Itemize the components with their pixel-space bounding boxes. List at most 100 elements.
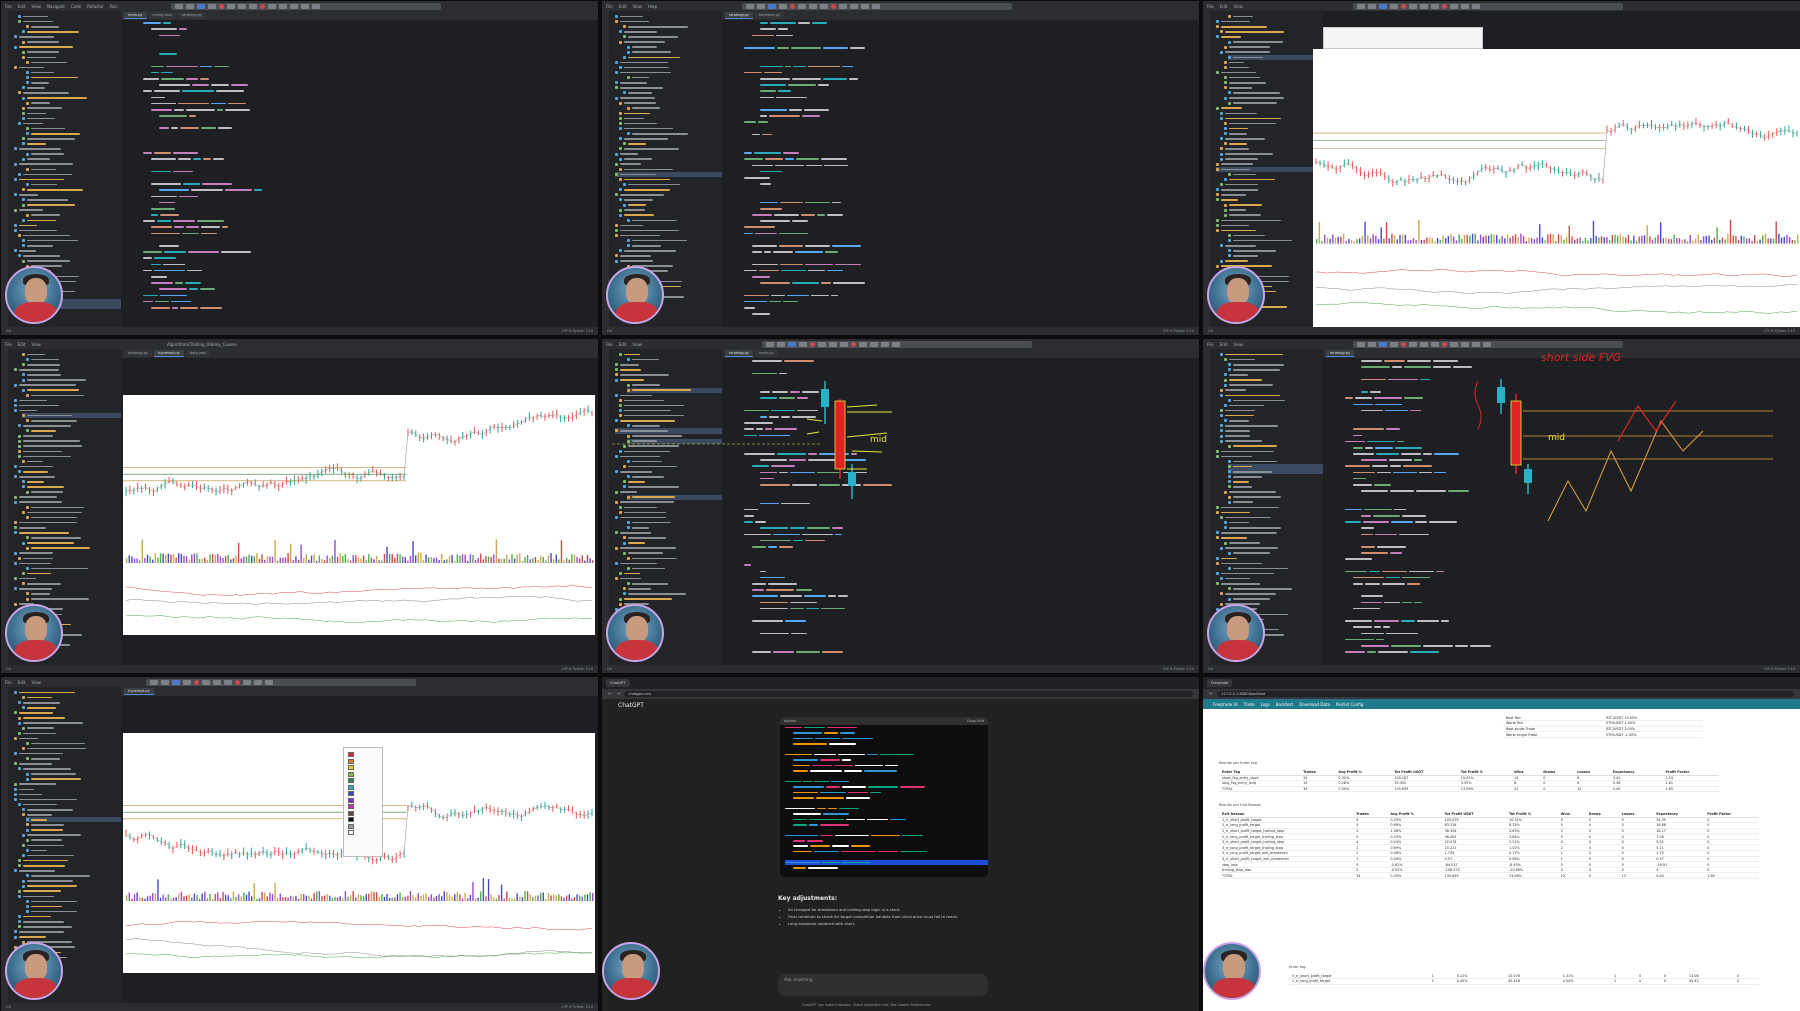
price-chart-panel[interactable] (1313, 49, 1800, 327)
volume-bar (1659, 222, 1662, 244)
nav-backtest[interactable]: Backtest (1276, 702, 1293, 707)
forward-icon[interactable]: → (616, 691, 620, 697)
url-input[interactable]: chatgpt.com (624, 691, 1193, 697)
file-icon (26, 818, 29, 822)
nav-trade[interactable]: Trade (1244, 702, 1255, 707)
price-chart-panel[interactable] (123, 395, 595, 635)
browser-tab-chatgpt[interactable]: ChatGPT (606, 679, 630, 687)
activity-bar[interactable] (602, 11, 609, 327)
tab-main[interactable]: main.py (124, 12, 147, 19)
color-swatch[interactable] (348, 784, 354, 790)
tab-hyperopt[interactable]: hyperopt.py (124, 688, 154, 695)
menu-view[interactable]: View (31, 680, 41, 685)
screen-recorder-toolbar[interactable] (171, 3, 441, 10)
file-icon (627, 132, 630, 136)
code-editor[interactable] (121, 20, 598, 327)
color-swatch[interactable] (348, 823, 354, 829)
menu-refactor[interactable]: Refactor (87, 4, 104, 9)
tab-data[interactable]: data.json (185, 350, 211, 357)
activity-bar[interactable] (1, 11, 8, 327)
nav-pairlist[interactable]: Pairlist Config (1336, 702, 1363, 707)
tab-strategy[interactable]: strategy.py (124, 350, 153, 357)
volume-bar (126, 558, 128, 563)
color-swatch[interactable] (348, 765, 354, 770)
menu-view[interactable]: View (1233, 4, 1243, 9)
edit-button[interactable]: Edit (977, 719, 984, 723)
status-git[interactable]: Git (1208, 329, 1213, 333)
chat-input[interactable]: Ask anything (778, 974, 988, 996)
menu-navigate[interactable]: Navigate (47, 4, 65, 9)
tab-config[interactable]: config.json (148, 12, 177, 19)
price-chart[interactable] (123, 395, 595, 635)
nav-logs[interactable]: Logs (1261, 702, 1270, 707)
volume-bar (243, 556, 245, 563)
browser-tab-freqtrade[interactable]: Freqtrade (1207, 679, 1233, 687)
color-swatch[interactable] (348, 817, 354, 822)
volume-bar (230, 559, 232, 563)
color-swatch[interactable] (348, 778, 354, 783)
tab-strategy[interactable]: strategy.py (178, 12, 207, 19)
menu-file[interactable]: File (5, 4, 12, 9)
status-git[interactable]: Git (607, 329, 612, 333)
indicator-line (125, 595, 593, 605)
nav-brand[interactable]: Freqtrade UI (1213, 702, 1238, 707)
back-icon[interactable]: ← (608, 691, 612, 697)
screen-recorder-toolbar[interactable] (1353, 3, 1623, 10)
screen-recorder-toolbar[interactable] (742, 3, 1012, 10)
menu-edit[interactable]: Edit (18, 342, 26, 347)
color-swatch[interactable] (348, 810, 354, 816)
file-icon (26, 757, 29, 761)
menu-help[interactable]: Help (648, 4, 657, 9)
volume-bar (1662, 238, 1665, 244)
menu-file[interactable]: File (606, 4, 613, 9)
code-editor[interactable] (722, 20, 1199, 327)
color-swatch[interactable] (348, 830, 354, 835)
color-swatch[interactable] (348, 758, 354, 764)
status-git[interactable]: Git (607, 667, 612, 671)
screen-recorder-toolbar[interactable] (146, 679, 416, 686)
file-icon (1224, 76, 1227, 80)
activity-bar[interactable] (1203, 11, 1210, 327)
status-git[interactable]: Git (1208, 667, 1213, 671)
status-git[interactable]: Git (6, 329, 11, 333)
menu-view[interactable]: View (31, 342, 41, 347)
menu-edit[interactable]: Edit (619, 4, 627, 9)
menu-edit[interactable]: Edit (18, 680, 26, 685)
chat-model-title[interactable]: ChatGPT (618, 702, 644, 709)
status-git[interactable]: Git (6, 667, 11, 671)
tab-backtest[interactable]: backtest.py (755, 12, 785, 19)
price-chart[interactable] (1313, 49, 1800, 327)
menu-run[interactable]: Run (110, 4, 118, 9)
menu-view[interactable]: View (632, 4, 642, 9)
menu-edit[interactable]: Edit (1220, 4, 1228, 9)
color-swatch[interactable] (348, 771, 354, 777)
menu-code[interactable]: Code (71, 4, 81, 9)
copy-button[interactable]: Copy (967, 719, 976, 723)
tab-hyperopt[interactable]: hyperopt.py (154, 350, 184, 357)
color-picker-menu[interactable] (343, 747, 383, 857)
menu-file[interactable]: File (1207, 4, 1214, 9)
chart-thumbnail[interactable] (1323, 27, 1483, 49)
activity-bar[interactable] (1, 687, 8, 1003)
color-swatch[interactable] (348, 791, 354, 796)
nav-download[interactable]: Download Data (1299, 702, 1330, 707)
activity-bar[interactable] (1, 349, 8, 665)
volume-bar (378, 560, 380, 563)
file-icon (18, 444, 21, 448)
menu-file[interactable]: File (5, 342, 12, 347)
color-swatch[interactable] (348, 797, 354, 803)
color-swatch[interactable] (348, 752, 354, 757)
menu-file[interactable]: File (5, 680, 12, 685)
color-swatch[interactable] (348, 804, 354, 809)
volume-bar (568, 894, 570, 901)
status-git[interactable]: Git (6, 1005, 11, 1009)
menu-view[interactable]: View (31, 4, 41, 9)
volume-bar (1353, 241, 1356, 244)
volume-bar (185, 895, 188, 901)
menu-edit[interactable]: Edit (18, 4, 26, 9)
url-input[interactable]: 127.0.0.1:8080/backtest (1217, 691, 1794, 697)
table-row: 1_rr_long_profit_target 1 0.45% 45.418 4.54%… (1289, 978, 1759, 985)
volume-bar (352, 555, 354, 563)
back-icon[interactable]: ← (1209, 691, 1213, 697)
tab-strategy[interactable]: strategy.py (725, 12, 754, 19)
